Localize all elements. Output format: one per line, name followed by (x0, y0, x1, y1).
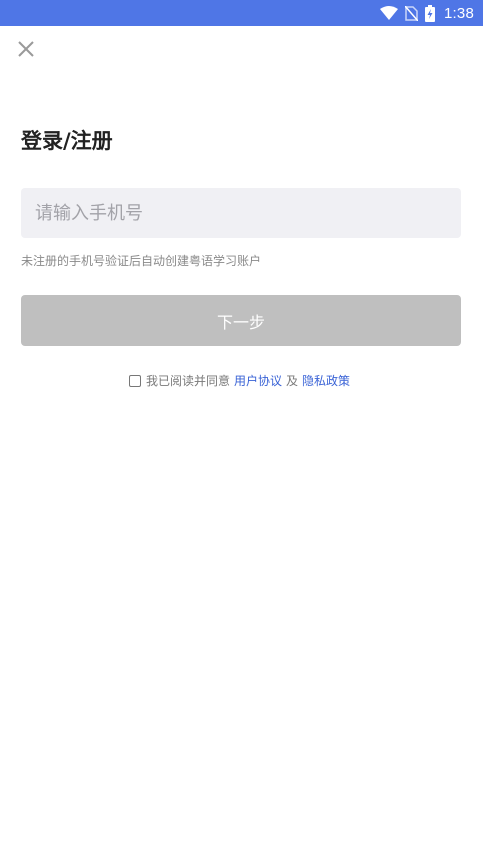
status-time: 1:38 (444, 4, 474, 22)
agreement-prefix: 我已阅读并同意 (145, 374, 230, 388)
status-bar: 1:38 (0, 0, 483, 26)
no-sim-icon (405, 5, 418, 21)
hint-text: 未注册的手机号验证后自动创建粤语学习账户 (21, 254, 262, 268)
agreement-row: 我已阅读并同意 用户协议 及 隐私政策 (0, 372, 483, 390)
user-agreement-link[interactable]: 用户协议 (234, 372, 282, 390)
next-button[interactable]: 下一步 (21, 295, 461, 346)
page-title: 登录/注册 (21, 129, 113, 153)
agreement-conjunction: 及 (286, 374, 299, 388)
privacy-policy-link[interactable]: 隐私政策 (302, 372, 350, 390)
close-icon (17, 40, 35, 62)
battery-charging-icon (425, 4, 435, 22)
status-icons: 1:38 (380, 0, 474, 26)
close-button[interactable] (12, 37, 40, 65)
wifi-icon (380, 6, 398, 20)
agree-checkbox[interactable] (128, 375, 141, 387)
phone-input[interactable] (21, 188, 461, 238)
